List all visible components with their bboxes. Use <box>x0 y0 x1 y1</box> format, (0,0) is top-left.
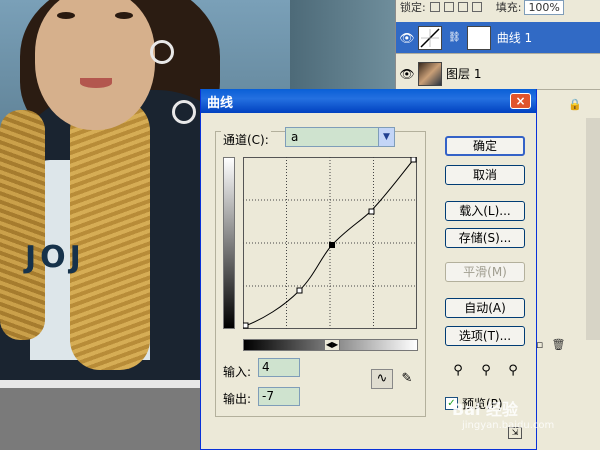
output-field[interactable]: -7 <box>258 387 300 406</box>
trash-icon[interactable]: 🗑 <box>551 338 565 351</box>
lock-transparency-icon[interactable] <box>429 2 440 12</box>
lock-icon: 🔒 <box>568 98 582 111</box>
options-button[interactable]: 选项(T)... <box>445 326 525 346</box>
layer-name: 图层 1 <box>446 67 482 81</box>
channel-value: a <box>291 130 299 144</box>
left-eye <box>57 12 75 19</box>
output-label: 输出: <box>223 392 252 406</box>
layers-scrollbar[interactable] <box>586 118 600 340</box>
curve-point <box>296 287 303 294</box>
gradient-toggle-icon[interactable]: ◀▶ <box>324 339 340 351</box>
shirt-logo: JOJ <box>25 240 85 275</box>
eye-icon[interactable]: 👁 <box>396 67 418 81</box>
curve-tool-icon[interactable]: ∿ <box>371 369 393 389</box>
layer-thumbnail <box>418 61 442 86</box>
chevron-down-icon[interactable]: ▼ <box>378 128 394 146</box>
layers-bottom-bar: ▫ 🗑 <box>536 338 565 351</box>
lock-paint-icon[interactable] <box>443 2 454 12</box>
curve-point <box>410 157 417 163</box>
black-eyedropper-icon[interactable]: ⚲ <box>449 363 467 381</box>
channel-label: 通道(C): <box>221 131 271 148</box>
layer-mask-thumbnail[interactable] <box>466 25 491 50</box>
output-gradient-bar <box>223 157 235 329</box>
layer-row-image[interactable]: 👁 图层 1 <box>396 58 600 90</box>
white-eyedropper-icon[interactable]: ⚲ <box>504 363 522 381</box>
earring-icon <box>172 100 196 124</box>
smooth-button[interactable]: 平滑(M) <box>445 262 525 282</box>
layer-row-curves[interactable]: 👁 ⛓ 曲线 1 <box>396 22 600 54</box>
lock-label: 锁定: <box>400 1 426 14</box>
channel-select[interactable]: a ▼ <box>285 127 395 147</box>
watermark-url: jingyan.baidu.com <box>462 420 555 431</box>
input-field[interactable]: 4 <box>258 358 300 377</box>
scarf <box>70 100 150 370</box>
gray-eyedropper-icon[interactable]: ⚲ <box>477 363 495 381</box>
layer-name: 曲线 1 <box>496 31 533 45</box>
curve-point <box>243 322 249 329</box>
right-eye <box>115 12 133 19</box>
input-label: 输入: <box>223 365 252 379</box>
eye-icon[interactable]: 👁 <box>396 31 418 45</box>
save-button[interactable]: 存储(S)... <box>445 228 525 248</box>
curve-point-selected <box>329 242 335 248</box>
watermark: Bai 经验 <box>452 400 519 419</box>
lock-move-icon[interactable] <box>457 2 468 12</box>
close-button[interactable]: × <box>510 93 531 109</box>
curve-point <box>368 208 375 215</box>
new-layer-icon[interactable]: ▫ <box>536 338 543 351</box>
dialog-title: 曲线 <box>207 95 234 111</box>
link-icon[interactable]: ⛓ <box>448 32 461 43</box>
fill-label: 填充: <box>495 1 522 14</box>
lock-bar: 锁定: 填充: 100% <box>396 0 600 15</box>
mouth <box>80 78 112 88</box>
dialog-title-bar[interactable]: 曲线 <box>201 89 536 113</box>
pencil-icon[interactable]: ✎ <box>397 369 417 389</box>
auto-button[interactable]: 自动(A) <box>445 298 525 318</box>
load-button[interactable]: 载入(L)... <box>445 201 525 221</box>
curve-graph[interactable] <box>243 157 417 329</box>
earring-icon <box>150 40 174 64</box>
fill-input[interactable]: 100% <box>524 0 564 15</box>
cancel-button[interactable]: 取消 <box>445 165 525 185</box>
face <box>35 0 155 130</box>
ok-button[interactable]: 确定 <box>445 136 525 156</box>
lock-all-icon[interactable] <box>471 2 482 12</box>
curves-adjustment-icon <box>418 25 442 50</box>
scarf-left <box>0 110 45 340</box>
